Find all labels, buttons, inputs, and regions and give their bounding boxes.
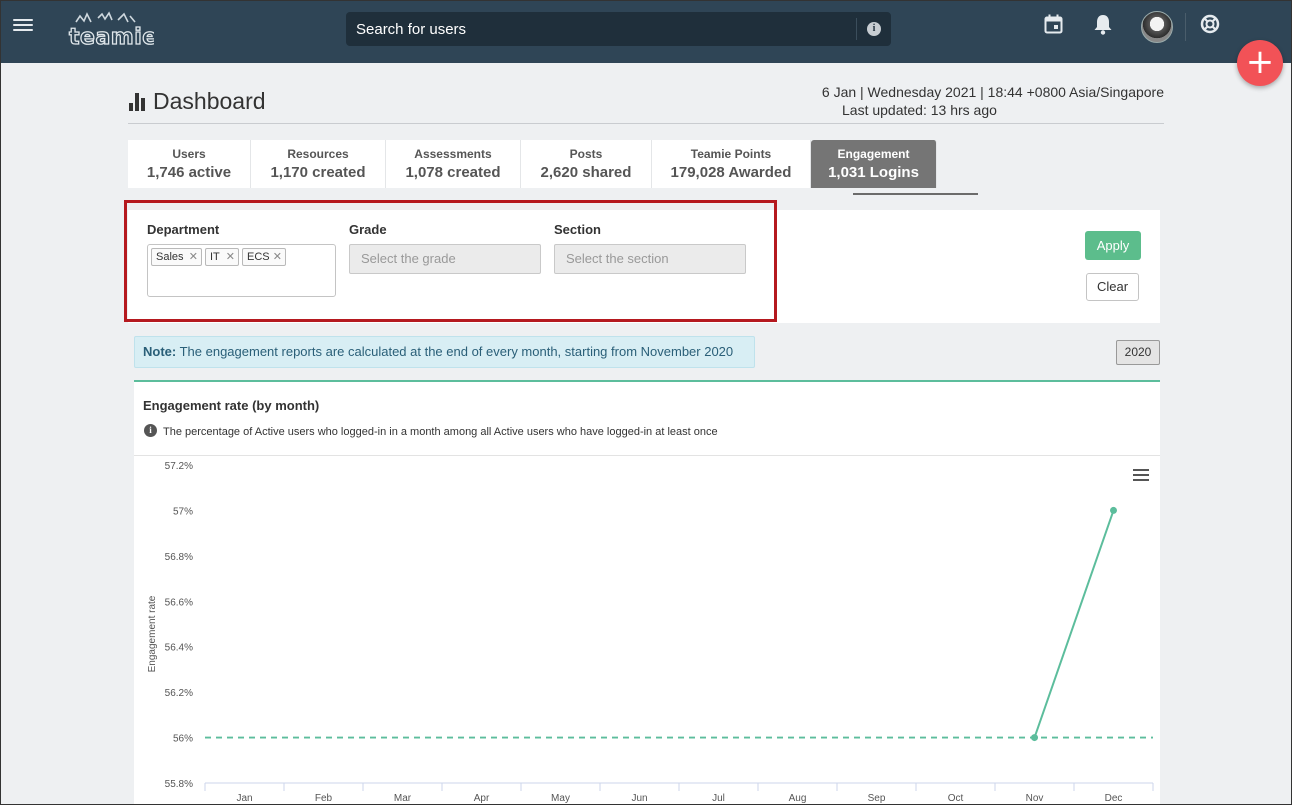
y-tick-label: 56.2% [165, 688, 193, 699]
search-bar: i [346, 12, 891, 46]
y-tick-label: 56.8% [165, 552, 193, 563]
date-line: 6 Jan | Wednesday 2021 | 18:44 +0800 Asi… [821, 84, 1164, 100]
page-title: Dashboard [153, 88, 266, 114]
tab-label: Resources [287, 147, 349, 161]
x-tick-label: Aug [789, 793, 807, 804]
tab-teamie-points[interactable]: Teamie Points 179,028 Awarded [652, 140, 811, 188]
apply-button[interactable]: Apply [1085, 231, 1141, 260]
x-tick-label: Jul [712, 793, 725, 804]
bar-chart-icon [129, 93, 149, 111]
remove-chip-icon[interactable]: ✕ [226, 249, 235, 266]
x-tick-label: Sep [868, 793, 886, 804]
tab-value: 1,170 created [270, 164, 366, 181]
tab-label: Assessments [414, 147, 492, 161]
info-icon[interactable]: i [867, 22, 881, 36]
data-point [1110, 506, 1117, 514]
x-tick-label: Apr [474, 793, 490, 804]
last-updated-text: Last updated: 13 hrs ago [842, 102, 997, 118]
section-select[interactable]: Select the section [554, 244, 746, 274]
grade-label: Grade [349, 222, 387, 237]
calendar-icon[interactable] [1044, 14, 1063, 34]
remove-chip-icon[interactable]: ✕ [189, 249, 198, 266]
chip-label: Sales [156, 251, 184, 263]
remove-chip-icon[interactable]: ✕ [273, 249, 282, 266]
department-label: Department [147, 222, 220, 237]
tab-label: Posts [569, 147, 603, 161]
y-axis-title: Engagement rate [147, 595, 158, 672]
header-divider [128, 123, 1164, 124]
tab-value: 2,620 shared [540, 164, 632, 181]
y-tick-label: 57.2% [165, 461, 193, 472]
tab-engagement[interactable]: Engagement 1,031 Logins [811, 140, 937, 188]
series-line [1033, 510, 1115, 738]
notification-bell-icon[interactable] [1093, 14, 1113, 36]
tab-users[interactable]: Users 1,746 active [128, 140, 251, 188]
department-chip[interactable]: ECS ✕ [242, 248, 286, 266]
chart-description: The percentage of Active users who logge… [163, 426, 718, 438]
stat-tabs: Users 1,746 active Resources 1,170 creat… [128, 140, 937, 188]
section-label: Section [554, 222, 601, 237]
x-tick-label: Feb [315, 793, 333, 804]
x-tick-label: Dec [1105, 793, 1123, 804]
department-chip[interactable]: Sales ✕ [151, 248, 202, 266]
tab-value: 179,028 Awarded [670, 164, 792, 181]
tab-label: Users [172, 147, 206, 161]
engagement-line-chart: 57.2% 57% 56.8% 56.6% 56.4% 56.2% 56% 55.8% Enga… [147, 461, 1154, 804]
hamburger-menu-icon[interactable] [13, 16, 33, 34]
svg-text:teamie: teamie [69, 25, 154, 48]
note-prefix: Note: [143, 344, 177, 359]
search-input[interactable] [346, 12, 851, 46]
x-tick-label: Mar [394, 793, 412, 804]
data-point [1031, 734, 1038, 742]
department-chip[interactable]: IT ✕ [205, 248, 239, 266]
tab-posts[interactable]: Posts 2,620 shared [521, 140, 652, 188]
y-tick-label: 56.4% [165, 643, 193, 654]
y-tick-label: 55.8% [165, 779, 193, 790]
y-tick-label: 56% [173, 734, 193, 745]
topbar-divider [1185, 13, 1186, 41]
top-bar: teamie i [0, 0, 1292, 63]
tab-value: 1,078 created [405, 164, 501, 181]
tab-assessments[interactable]: Assessments 1,078 created [386, 140, 521, 188]
search-divider [856, 18, 857, 40]
chart-title: Engagement rate (by month) [143, 398, 320, 413]
tab-value: 1,746 active [146, 164, 232, 181]
clear-button[interactable]: Clear [1086, 273, 1139, 301]
tab-label: Teamie Points [690, 147, 772, 161]
chip-label: IT [210, 251, 220, 263]
note-text: The engagement reports are calculated at… [179, 344, 734, 359]
grade-select[interactable]: Select the grade [349, 244, 541, 274]
info-icon: i [144, 424, 157, 437]
x-tick-label: Nov [1026, 793, 1044, 804]
tab-value: 1,031 Logins [828, 164, 919, 181]
x-tick-label: Jun [631, 793, 647, 804]
active-tab-underline [853, 193, 978, 195]
y-tick-label: 56.6% [165, 597, 193, 608]
x-tick-label: Jan [236, 793, 252, 804]
tab-resources[interactable]: Resources 1,170 created [251, 140, 386, 188]
teamie-logo[interactable]: teamie [68, 8, 154, 48]
help-lifebuoy-icon[interactable] [1200, 14, 1220, 34]
add-fab-button[interactable]: + [1237, 40, 1283, 86]
x-tick-label: May [551, 793, 570, 804]
x-tick-label: Oct [948, 793, 964, 804]
y-tick-label: 57% [173, 506, 193, 517]
info-note: Note: The engagement reports are calcula… [134, 336, 755, 368]
year-selector-button[interactable]: 2020 [1116, 340, 1160, 365]
tab-label: Engagement [837, 147, 910, 161]
chip-label: ECS [247, 251, 270, 263]
department-multiselect[interactable]: Sales ✕ IT ✕ ECS ✕ [147, 244, 336, 297]
user-avatar[interactable] [1141, 11, 1173, 43]
